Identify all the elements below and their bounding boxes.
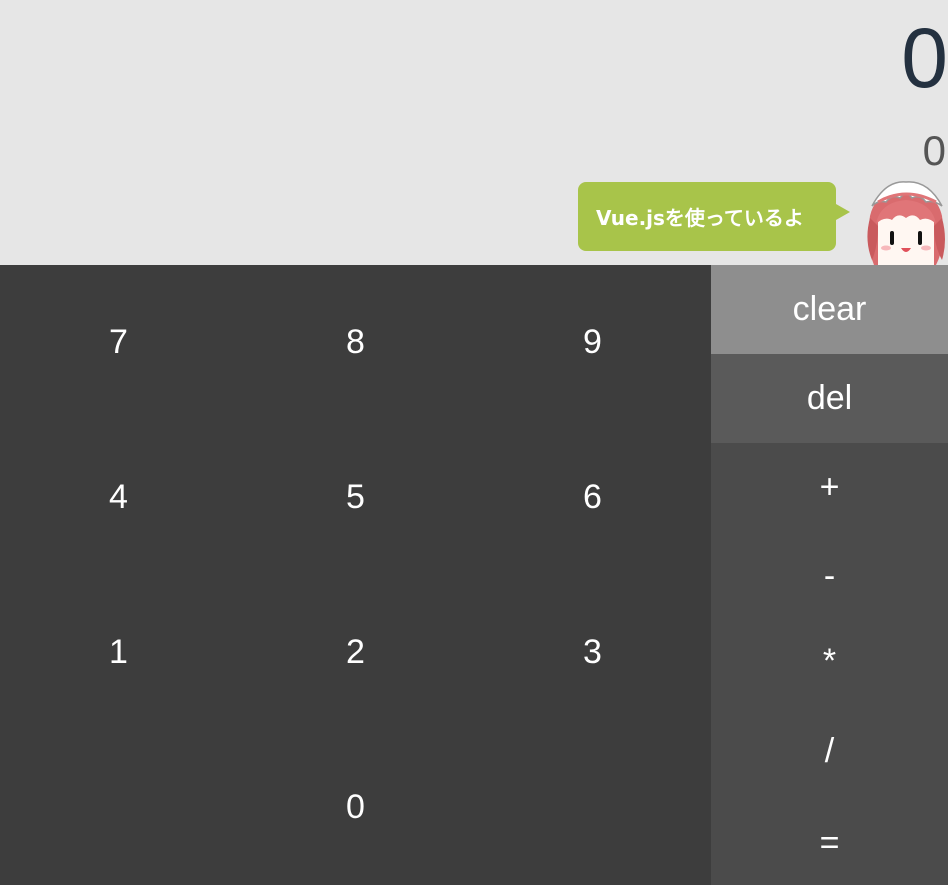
key-7[interactable]: 7	[0, 265, 237, 420]
key-3[interactable]: 3	[474, 575, 711, 730]
key-5[interactable]: 5	[237, 420, 474, 575]
speech-bubble: Vue.jsを使っているよ	[578, 182, 850, 251]
key-4[interactable]: 4	[0, 420, 237, 575]
speech-bubble-text: Vue.jsを使っているよ	[596, 206, 804, 230]
key-1[interactable]: 1	[0, 575, 237, 730]
multiply-button[interactable]: *	[711, 621, 948, 701]
equals-button[interactable]: =	[711, 801, 948, 885]
key-6[interactable]: 6	[474, 420, 711, 575]
result-value: 0	[901, 11, 948, 105]
key-2[interactable]: 2	[237, 575, 474, 730]
key-0[interactable]: 0	[237, 730, 474, 885]
key-8[interactable]: 8	[237, 265, 474, 420]
key-9[interactable]: 9	[474, 265, 711, 420]
calculator-display: 0 0 Vue.jsを使っているよ	[0, 0, 948, 265]
operator-column: clear del + - * / =	[711, 265, 948, 885]
divide-button[interactable]: /	[711, 701, 948, 801]
number-keypad: 7 8 9 4 5 6 1 2 3 0	[0, 265, 711, 885]
minus-button[interactable]: -	[711, 532, 948, 621]
expression-value: 0	[922, 127, 946, 174]
plus-button[interactable]: +	[711, 443, 948, 532]
clear-button[interactable]: clear	[711, 265, 948, 354]
maid-girl-avatar-icon	[856, 176, 948, 265]
delete-button[interactable]: del	[711, 354, 948, 443]
